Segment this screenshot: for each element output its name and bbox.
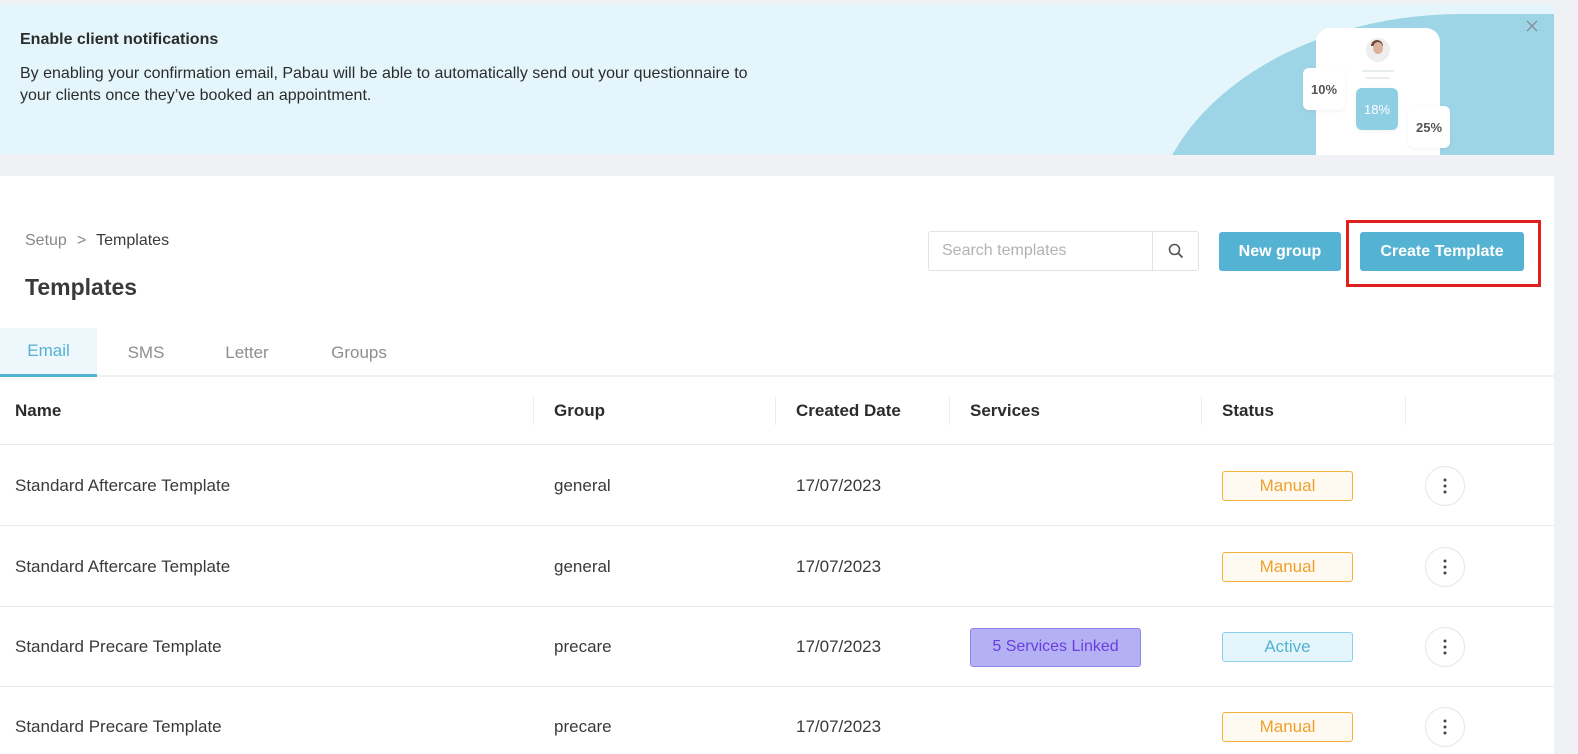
status-cell: Manual xyxy=(1222,446,1353,526)
services-linked-badge[interactable]: 5 Services Linked xyxy=(970,627,1141,667)
table-row[interactable]: Standard Precare Template precare 17/07/… xyxy=(0,607,1554,687)
stat-chip: 10% xyxy=(1303,68,1345,110)
tab-sms[interactable]: SMS xyxy=(112,328,180,377)
search-icon[interactable] xyxy=(1152,232,1198,270)
template-group: general xyxy=(554,557,611,576)
templates-panel: Setup > Templates Templates New group Crea… xyxy=(0,176,1554,754)
template-name[interactable]: Standard Aftercare Template xyxy=(15,446,230,526)
breadcrumb: Setup > Templates xyxy=(25,232,169,250)
banner-text: By enabling your confirmation email, Pab… xyxy=(20,65,748,104)
template-name[interactable]: Standard Aftercare Template xyxy=(15,527,230,607)
tab-email[interactable]: Email xyxy=(0,328,97,377)
column-created-date[interactable]: Created Date xyxy=(796,377,901,445)
column-divider xyxy=(1201,397,1202,425)
highlight-box xyxy=(1346,220,1541,287)
status-cell: Manual xyxy=(1222,687,1353,754)
breadcrumb-setup[interactable]: Setup xyxy=(25,232,67,249)
template-name[interactable]: Standard Precare Template xyxy=(15,687,222,754)
new-group-button[interactable]: New group xyxy=(1219,232,1341,271)
tab-groups[interactable]: Groups xyxy=(318,328,400,377)
notification-banner: 10% 18% 25% Enable client notifications … xyxy=(0,4,1554,155)
scrollbar[interactable] xyxy=(1554,0,1578,754)
stat-chip: 25% xyxy=(1408,106,1450,148)
status-badge: Manual xyxy=(1222,471,1353,501)
row-actions xyxy=(1425,687,1465,754)
template-name[interactable]: Standard Precare Template xyxy=(15,607,222,687)
row-actions xyxy=(1425,607,1465,687)
template-group: precare xyxy=(554,637,612,656)
status-cell: Manual xyxy=(1222,527,1353,607)
illustration-line xyxy=(1362,70,1394,72)
status-badge: Active xyxy=(1222,632,1353,662)
table-row[interactable]: Standard Aftercare Template general 17/0… xyxy=(0,527,1554,607)
row-actions xyxy=(1425,446,1465,526)
column-divider xyxy=(1405,397,1406,425)
column-name[interactable]: Name xyxy=(15,377,61,445)
more-vertical-icon[interactable] xyxy=(1425,547,1465,587)
template-group: general xyxy=(554,476,611,495)
column-divider xyxy=(533,397,534,425)
template-group: precare xyxy=(554,717,612,736)
created-date: 17/07/2023 xyxy=(796,717,882,736)
stat-chip: 18% xyxy=(1356,88,1398,130)
banner-title: Enable client notifications xyxy=(20,31,219,48)
more-vertical-icon[interactable] xyxy=(1425,466,1465,506)
search-box xyxy=(928,231,1199,271)
column-divider xyxy=(775,397,776,425)
more-vertical-icon[interactable] xyxy=(1425,627,1465,667)
status-badge: Manual xyxy=(1222,552,1353,582)
created-date: 17/07/2023 xyxy=(796,637,882,656)
column-status[interactable]: Status xyxy=(1222,377,1274,445)
more-vertical-icon[interactable] xyxy=(1425,707,1465,747)
template-tabs: Email SMS Letter Groups xyxy=(0,328,1554,377)
search-input[interactable] xyxy=(929,232,1153,270)
tab-letter[interactable]: Letter xyxy=(210,328,284,377)
services-cell: 5 Services Linked xyxy=(970,607,1141,687)
status-cell: Active xyxy=(1222,607,1353,687)
illustration-line xyxy=(1366,77,1390,79)
table-header: Name Group Created Date Services Status xyxy=(0,377,1554,445)
column-group[interactable]: Group xyxy=(554,377,605,445)
page-title: Templates xyxy=(25,274,138,300)
table-row[interactable]: Standard Aftercare Template general 17/0… xyxy=(0,446,1554,526)
column-services[interactable]: Services xyxy=(970,377,1040,445)
breadcrumb-separator: > xyxy=(76,232,87,249)
table-row[interactable]: Standard Precare Template precare 17/07/… xyxy=(0,687,1554,754)
status-badge: Manual xyxy=(1222,712,1353,742)
avatar xyxy=(1366,38,1390,62)
row-actions xyxy=(1425,527,1465,607)
created-date: 17/07/2023 xyxy=(796,476,882,495)
column-divider xyxy=(949,397,950,425)
created-date: 17/07/2023 xyxy=(796,557,882,576)
close-icon[interactable] xyxy=(1524,18,1540,34)
breadcrumb-current: Templates xyxy=(96,232,170,249)
